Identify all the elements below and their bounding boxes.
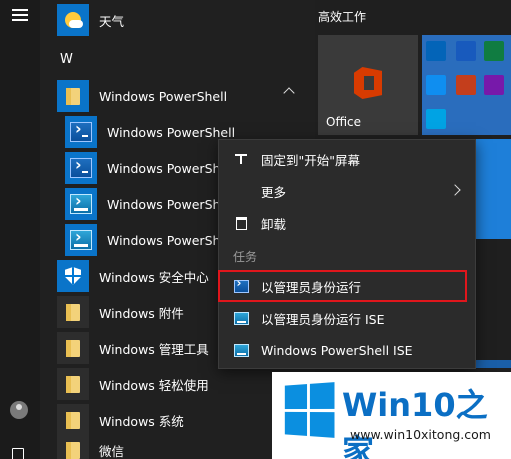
tile-group-title[interactable]: 高效工作 (318, 8, 366, 25)
app-label: Windows PowerShell (107, 124, 236, 140)
app-label: 天气 (99, 13, 125, 29)
documents-icon[interactable] (12, 448, 24, 459)
weather-icon (57, 4, 89, 36)
menu-item-powershell-ise[interactable]: Windows PowerShell ISE (219, 334, 475, 366)
hamburger-menu-icon[interactable] (12, 9, 28, 21)
highlight-annotation (218, 270, 467, 302)
app-label: Windows PowerShe (107, 196, 229, 212)
blank-icon (233, 183, 249, 199)
watermark-brand: Win10之家 (342, 380, 511, 459)
folder-icon (57, 434, 89, 459)
folder-icon (57, 332, 89, 364)
app-label: Windows PowerShell (99, 88, 228, 104)
app-label: Windows 安全中心 (99, 269, 209, 285)
powerpoint-icon (456, 75, 476, 95)
powershell-ise-icon (233, 310, 249, 326)
onedrive-icon (426, 75, 446, 95)
chevron-right-icon (449, 184, 461, 196)
user-account-icon[interactable] (10, 401, 28, 419)
context-menu: 固定到"开始"屏幕 更多 卸载 任务 以管理员身份运行 以管理员身份运行 ISE… (218, 139, 476, 369)
powershell-icon (65, 116, 97, 148)
app-label: 微信 (99, 443, 125, 459)
start-rail (0, 0, 40, 459)
powershell-icon (65, 152, 97, 184)
menu-item-run-as-admin-ise[interactable]: 以管理员身份运行 ISE (219, 302, 475, 334)
office-tile[interactable]: Office (318, 35, 418, 135)
tasks-header: 任务 (233, 250, 258, 264)
onenote-icon (484, 75, 504, 95)
menu-item-label: 更多 (261, 184, 287, 200)
powershell-ise-icon (65, 224, 97, 256)
menu-item-label: 固定到"开始"屏幕 (261, 152, 360, 168)
excel-icon (484, 41, 504, 61)
watermark-brand-a: Win10 (342, 386, 456, 424)
trash-icon (233, 215, 249, 231)
office-tile-label: Office (326, 115, 362, 129)
powershell-ise-icon (233, 342, 249, 358)
menu-item-uninstall[interactable]: 卸载 (219, 207, 475, 239)
windows-logo-icon (284, 382, 335, 438)
app-label: Windows 管理工具 (99, 341, 209, 357)
folder-windows-powershell[interactable]: Windows PowerShell (57, 78, 315, 114)
menu-item-pin-start[interactable]: 固定到"开始"屏幕 (219, 143, 475, 175)
section-letter-w[interactable]: W (60, 52, 73, 67)
watermark-url: www.win10xitong.com (350, 427, 491, 442)
menu-item-label: 以管理员身份运行 ISE (261, 311, 385, 327)
menu-item-label: Windows PowerShell ISE (261, 342, 413, 358)
menu-item-label: 卸载 (261, 216, 287, 232)
app-label: Windows 系统 (99, 413, 184, 429)
app-label: Windows PowerShe (107, 160, 229, 176)
app-weather[interactable]: 天气 (57, 2, 315, 38)
word-icon (456, 41, 476, 61)
shield-icon (57, 260, 89, 292)
skype-icon (426, 109, 446, 129)
folder-icon (57, 296, 89, 328)
app-label: Windows 附件 (99, 305, 184, 321)
folder-icon (57, 368, 89, 400)
app-label: Windows 轻松使用 (99, 377, 209, 393)
powershell-ise-icon (65, 188, 97, 220)
watermark: Win10之家 www.win10xitong.com (272, 372, 511, 459)
office-apps-folder-tile[interactable] (422, 35, 511, 135)
menu-item-more[interactable]: 更多 (219, 175, 475, 207)
outlook-icon (426, 41, 446, 61)
pin-icon (233, 151, 249, 167)
folder-icon (57, 80, 89, 112)
app-label: Windows PowerShe (107, 232, 229, 248)
office-logo-icon (354, 67, 382, 99)
